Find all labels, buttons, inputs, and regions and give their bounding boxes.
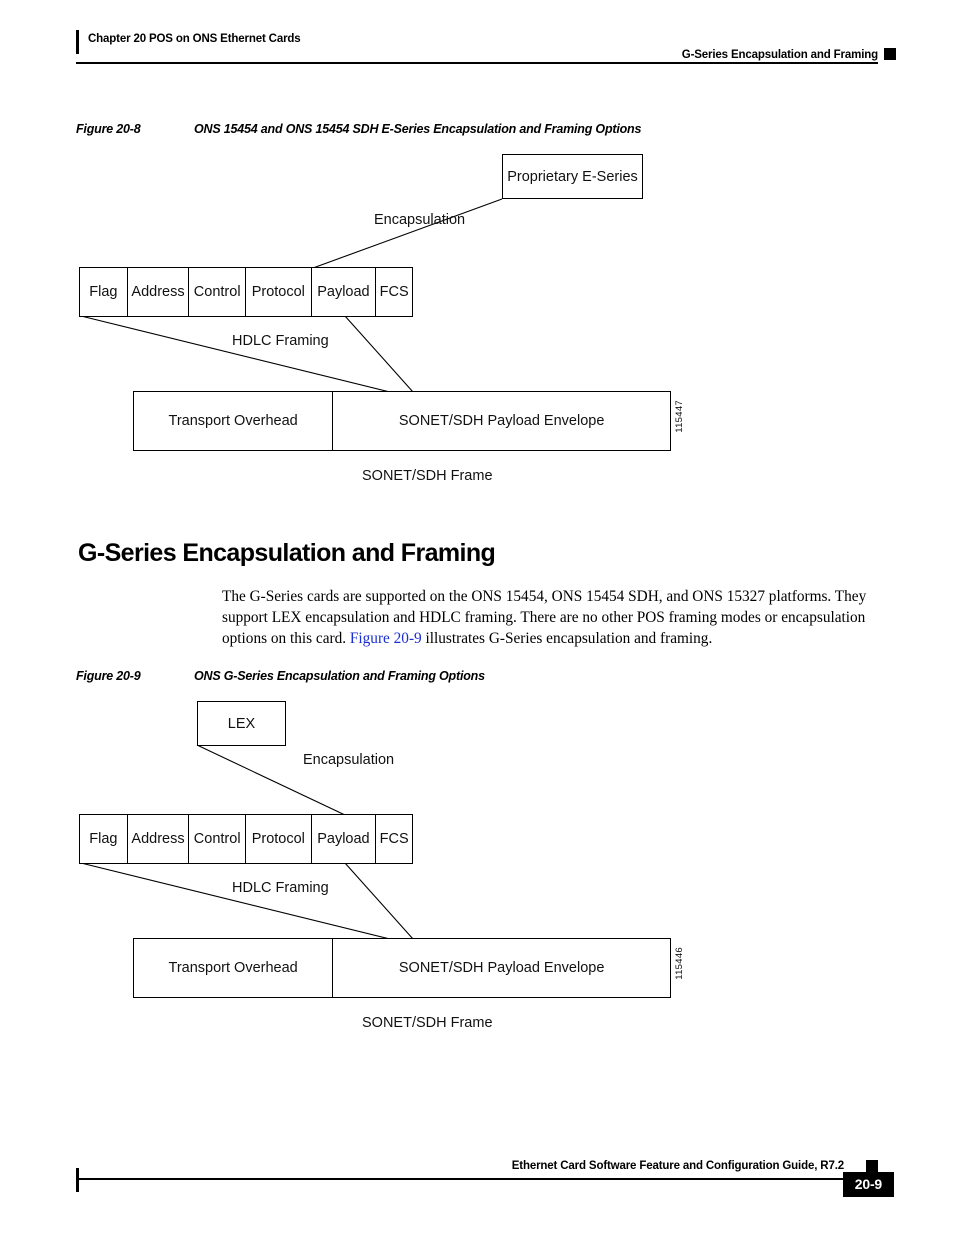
hdlc-cell-payload: Payload	[312, 815, 377, 863]
figure-20-9-connector-lines	[80, 744, 414, 940]
figure-20-9-framing-label: HDLC Framing	[232, 880, 329, 896]
hdlc-cell-protocol: Protocol	[246, 815, 312, 863]
hdlc-cell-fcs: FCS	[379, 831, 409, 847]
figure-20-9-encapsulation-box: LEX	[197, 701, 286, 746]
hdlc-cell-address: Address	[128, 815, 190, 863]
figure-20-9-frame-label: SONET/SDH Frame	[362, 1015, 493, 1031]
figure-20-9-sonet-frame-row: Transport Overhead SONET/SDH Payload Env…	[133, 938, 671, 998]
hdlc-cell-flag: Flag	[80, 815, 128, 863]
hdlc-cell-control: Control	[189, 815, 246, 863]
figure-20-9-diagram: LEX Encapsulation Flag Address Control P…	[0, 0, 954, 1235]
figure-20-9-hdlc-frame-row: Flag Address Control Protocol Payload FC…	[79, 814, 413, 864]
sonet-cell-transport-overhead: Transport Overhead	[134, 939, 334, 997]
figure-20-9-figure-id: 115446	[674, 947, 685, 980]
figure-20-9-encapsulation-label: Encapsulation	[303, 752, 395, 768]
sonet-cell-payload-envelope: SONET/SDH Payload Envelope	[398, 960, 605, 976]
